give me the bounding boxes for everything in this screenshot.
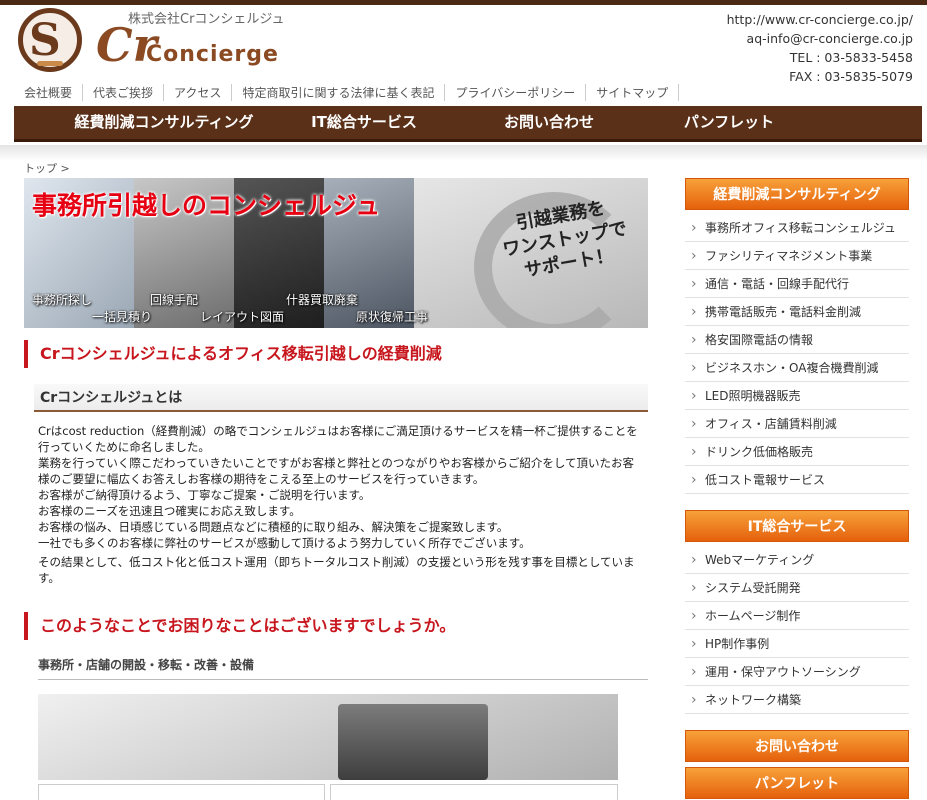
office-device-image: [338, 704, 488, 780]
util-link-greeting[interactable]: 代表ご挨拶: [83, 84, 165, 101]
nav-it-services[interactable]: IT総合サービス: [274, 106, 454, 139]
office-equipment-photo: [38, 694, 618, 780]
about-paragraph: その結果として、低コスト化と低コスト運用（即ちトータルコスト削減）の支援という形…: [38, 555, 635, 585]
hero-caption: 一括見積り: [92, 310, 153, 324]
about-paragraph: 一社でも多くのお客様に弊社のサービスが感動して頂けるよう努力していく所存でござい…: [38, 536, 531, 550]
util-link-sitemap[interactable]: サイトマップ: [586, 84, 680, 101]
nav-contact[interactable]: お問い合わせ: [454, 106, 644, 139]
nav-pamphlet[interactable]: パンフレット: [644, 106, 814, 139]
sidebar-list-it: Webマーケティング システム受託開発 ホームページ制作 HP制作事例 運用・保…: [685, 546, 909, 714]
sidebar-head-cost[interactable]: 経費削減コンサルティング: [685, 178, 909, 210]
logo-mark[interactable]: S: [18, 8, 82, 72]
sidebar-item[interactable]: 事務所オフィス移転コンシェルジュ: [685, 214, 909, 242]
logo-ring: [37, 61, 63, 66]
sidebar-item[interactable]: ネットワーク構築: [685, 686, 909, 714]
section-heading-problems: このようなことでお困りなことはございますでしょうか。: [24, 612, 648, 640]
subheading-office: 事務所・店舗の開設・移転・改善・設備: [38, 656, 648, 680]
hero-caption: 回線手配: [150, 293, 199, 307]
subheading-about: Crコンシェルジュとは: [34, 384, 648, 412]
site-url[interactable]: http://www.cr-concierge.co.jp/: [727, 10, 913, 29]
hero-title: 事務所引越しのコンシェルジュ: [32, 191, 381, 220]
sidebar-head-it[interactable]: IT総合サービス: [685, 510, 909, 542]
util-link-legal[interactable]: 特定商取引に関する法律に基く表記: [232, 84, 446, 101]
sidebar-item[interactable]: ホームページ制作: [685, 602, 909, 630]
util-link-access[interactable]: アクセス: [164, 84, 233, 101]
top-bar: [0, 0, 927, 5]
sidebar-item[interactable]: LED照明機器販売: [685, 382, 909, 410]
sidebar-item[interactable]: 格安国際電話の情報: [685, 326, 909, 354]
about-paragraph: お客様のニーズを迅速且つ確実にお応え致します。: [38, 504, 301, 518]
about-paragraph: Crはcost reduction（経費削減）の略でコンシェルジュはお客様にご満…: [38, 424, 638, 454]
about-paragraph: お客様の悩み、日頃感じている問題点などに積極的に取り組み、解決策をご提案致します…: [38, 520, 509, 534]
sidebar-item[interactable]: ドリンク低価格販売: [685, 438, 909, 466]
hero-caption: 什器買取廃棄: [286, 293, 359, 307]
sidebar-pamphlet-button[interactable]: パンフレット: [685, 767, 909, 799]
about-paragraph: 業務を行っていく際こだわっていきたいことですがお客様と弊社とのつながりやお客様か…: [38, 456, 635, 486]
logo-wordmark[interactable]: Concierge: [146, 42, 279, 67]
contact-fax: FAX : 03-5835-5079: [789, 69, 913, 84]
logo-letter: S: [29, 15, 61, 66]
sidebar-item[interactable]: 通信・電話・回線手配代行: [685, 270, 909, 298]
sidebar-item[interactable]: ファシリティマネジメント事業: [685, 242, 909, 270]
nav-cost-consulting[interactable]: 経費削減コンサルティング: [14, 106, 274, 139]
sidebar-contact-button[interactable]: お問い合わせ: [685, 730, 909, 762]
hero-caption: レイアウト図面: [200, 310, 285, 324]
breadcrumb[interactable]: トップ >: [24, 160, 70, 176]
hero-banner: 事務所引越しのコンシェルジュ 引越業務を ワンストップで サポート！ 事務所探し…: [24, 178, 648, 328]
sidebar-item[interactable]: オフィス・店舗賃料削減: [685, 410, 909, 438]
sidebar-item[interactable]: システム受託開発: [685, 574, 909, 602]
sidebar-item[interactable]: ビジネスホン・OA複合機費削減: [685, 354, 909, 382]
util-link-company[interactable]: 会社概要: [14, 84, 84, 101]
nav-shadow: [0, 145, 927, 161]
contact-email[interactable]: aq-info@cr-concierge.co.jp: [727, 29, 913, 48]
utility-nav: 会社概要 代表ご挨拶 アクセス 特定商取引に関する法律に基く表記 プライバシーポ…: [14, 84, 680, 101]
about-paragraph: お客様がご納得頂けるよう、丁寧なご提案・ご説明を行います。: [38, 488, 371, 502]
contact-tel: TEL : 03-5833-5458: [789, 50, 913, 65]
hero-caption: 事務所探し: [32, 293, 93, 307]
sidebar-item[interactable]: Webマーケティング: [685, 546, 909, 574]
content-card[interactable]: [38, 784, 325, 800]
sidebar-item[interactable]: 携帯電話販売・電話料金削減: [685, 298, 909, 326]
sidebar-list-cost: 事務所オフィス移転コンシェルジュ ファシリティマネジメント事業 通信・電話・回線…: [685, 214, 909, 494]
about-text: Crはcost reduction（経費削減）の略でコンシェルジュはお客様にご満…: [38, 423, 644, 586]
header-contact: http://www.cr-concierge.co.jp/ aq-info@c…: [727, 10, 913, 86]
util-link-privacy[interactable]: プライバシーポリシー: [445, 84, 587, 101]
hero-caption: 原状復帰工事: [356, 310, 429, 324]
section-heading-intro: Crコンシェルジュによるオフィス移転引越しの経費削減: [24, 340, 648, 368]
sidebar-item[interactable]: HP制作事例: [685, 630, 909, 658]
sidebar-item[interactable]: 低コスト電報サービス: [685, 466, 909, 494]
content-card[interactable]: [330, 784, 618, 800]
main-nav: 経費削減コンサルティング IT総合サービス お問い合わせ パンフレット: [14, 106, 922, 142]
sidebar-item[interactable]: 運用・保守アウトソーシング: [685, 658, 909, 686]
